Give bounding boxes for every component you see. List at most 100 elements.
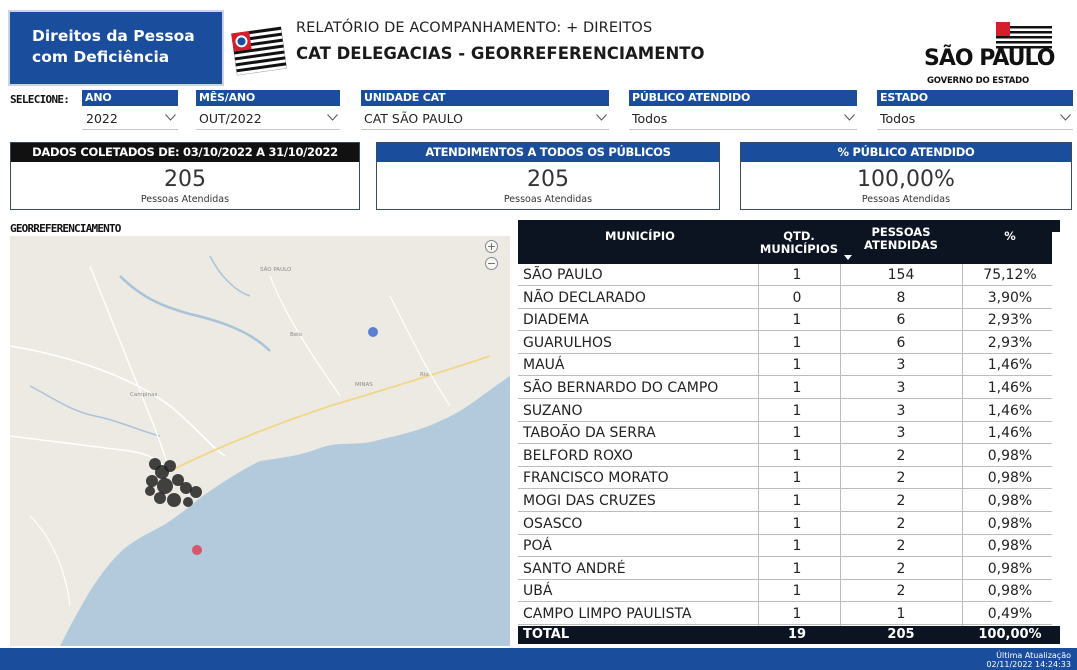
cell-pessoas: 6 (896, 312, 906, 329)
total-pct: 100,00% (978, 627, 1042, 642)
kpi-title: DADOS COLETADOS DE: 03/10/2022 A 31/10/2… (11, 143, 359, 162)
col-divider (840, 264, 841, 626)
georef-map[interactable]: SÃO PAULO MINAS Campinas Belo Rio + − (10, 236, 510, 646)
last-update-value: 02/11/2022 14:24:33 (986, 660, 1071, 669)
table-row[interactable]: MAUÁ 1 3 1,46% (518, 354, 1060, 377)
filter-publico-atendido[interactable]: PÚBLICO ATENDIDO Todos (629, 90, 857, 134)
table-row[interactable]: FRANCISCO MORATO 1 2 0,98% (518, 467, 1060, 490)
col-pct[interactable]: % (958, 230, 1062, 243)
cell-municipio: NÃO DECLARADO (523, 289, 646, 306)
cell-pct: 0,98% (987, 447, 1033, 464)
col-pessoas[interactable]: PESSOAS ATENDIDAS (840, 226, 962, 252)
table-row[interactable]: CAMPO LIMPO PAULISTA 1 1 0,49% (518, 603, 1060, 625)
total-pessoas: 205 (887, 627, 915, 642)
zoom-in-button[interactable]: + (485, 240, 498, 253)
cell-pessoas: 154 (887, 267, 915, 283)
table-row[interactable]: SÃO PAULO 1 154 75,12% (518, 264, 1060, 286)
svg-text:Belo: Belo (290, 332, 303, 338)
total-qtd: 19 (787, 627, 807, 642)
cell-qtd: 1 (792, 447, 802, 464)
filter-ano-value: 2022 (86, 111, 118, 126)
table-row[interactable]: TABOÃO DA SERRA 1 3 1,46% (518, 422, 1060, 445)
table-row[interactable]: SUZANO 1 3 1,46% (518, 400, 1060, 422)
svg-text:Campinas: Campinas (130, 392, 157, 398)
filter-mes-ano[interactable]: MÊS/ANO OUT/2022 (196, 90, 340, 134)
filter-ano[interactable]: ANO 2022 (82, 90, 178, 134)
table-row[interactable]: POÁ 1 2 0,98% (518, 535, 1060, 558)
cell-pct: 0,98% (987, 560, 1033, 577)
kpi-value: 205 (164, 167, 206, 192)
cell-municipio: POÁ (523, 538, 552, 555)
zoom-out-button[interactable]: − (485, 257, 498, 270)
table-row[interactable]: MOGI DAS CRUZES 1 2 0,98% (518, 490, 1060, 512)
cell-pessoas: 2 (896, 515, 906, 532)
col-divider (758, 264, 759, 626)
cell-qtd: 1 (792, 560, 802, 577)
filter-unidade-cat[interactable]: UNIDADE CAT CAT SÃO PAULO (361, 90, 609, 134)
cell-pct: 2,93% (987, 334, 1033, 351)
table-row[interactable]: SANTO ANDRÉ 1 2 0,98% (518, 558, 1060, 580)
table-scrollbar[interactable] (1052, 232, 1060, 626)
chevron-down-icon[interactable] (844, 114, 855, 121)
col-divider (962, 264, 963, 626)
table-row[interactable]: BELFORD ROXO 1 2 0,98% (518, 445, 1060, 467)
cell-qtd: 1 (792, 334, 802, 351)
cell-pessoas: 3 (896, 425, 906, 442)
table-row[interactable]: GUARULHOS 1 6 2,93% (518, 332, 1060, 354)
col-qtd[interactable]: QTD. MUNICÍPIOS (756, 230, 842, 256)
col-municipio[interactable]: MUNICÍPIO (518, 230, 762, 243)
last-update-label: Última Atualização (996, 651, 1071, 660)
municipios-table: MUNICÍPIO QTD. MUNICÍPIOS PESSOAS ATENDI… (518, 220, 1060, 650)
cell-municipio: MOGI DAS CRUZES (523, 493, 656, 509)
cell-qtd: 1 (792, 515, 802, 532)
logo-subtitle: GOVERNO DO ESTADO (927, 76, 1029, 86)
map-canvas: SÃO PAULO MINAS Campinas Belo Rio (10, 255, 510, 646)
cell-pessoas: 2 (896, 493, 906, 509)
logo-title: SÃO PAULO (924, 46, 1055, 71)
filter-estado-label: ESTADO (877, 90, 1073, 106)
filter-estado[interactable]: ESTADO Todos (877, 90, 1073, 134)
cell-qtd: 1 (792, 425, 802, 442)
table-row[interactable]: UBÁ 1 2 0,98% (518, 580, 1060, 603)
cell-pct: 0,98% (987, 583, 1033, 600)
cell-pessoas: 2 (896, 470, 906, 487)
table-row[interactable]: SÃO BERNARDO DO CAMPO 1 3 1,46% (518, 377, 1060, 399)
kpi-value: 100,00% (857, 167, 955, 192)
col-qtd-line2: MUNICÍPIOS (759, 242, 839, 256)
kpi-caption: Pessoas Atendidas (140, 194, 230, 205)
kpi-title: % PÚBLICO ATENDIDO (741, 143, 1071, 162)
cell-qtd: 1 (792, 583, 802, 600)
cell-municipio: GUARULHOS (523, 334, 612, 351)
cell-municipio: TABOÃO DA SERRA (523, 425, 656, 442)
filter-mes-ano-label: MÊS/ANO (196, 90, 340, 106)
filter-mes-ano-value: OUT/2022 (199, 111, 262, 126)
chevron-down-icon[interactable] (1060, 114, 1071, 121)
cell-pessoas: 1 (896, 606, 906, 622)
table-header: MUNICÍPIO QTD. MUNICÍPIOS PESSOAS ATENDI… (518, 220, 1060, 264)
chevron-down-icon[interactable] (596, 114, 607, 121)
chevron-down-icon[interactable] (165, 114, 176, 121)
cell-qtd: 1 (792, 493, 802, 509)
table-row[interactable]: OSASCO 1 2 0,98% (518, 513, 1060, 535)
map-title: GEORREFERENCIAMENTO (10, 222, 121, 235)
cell-pessoas: 2 (896, 538, 906, 555)
cell-pct: 0,98% (987, 515, 1033, 532)
cell-municipio: CAMPO LIMPO PAULISTA (523, 606, 692, 622)
cell-qtd: 1 (792, 267, 802, 283)
cell-municipio: FRANCISCO MORATO (523, 470, 669, 487)
chevron-down-icon[interactable] (327, 114, 338, 121)
filter-estado-value: Todos (880, 111, 916, 126)
cell-pessoas: 3 (896, 380, 906, 396)
report-title: CAT DELEGACIAS - GEORREFERENCIAMENTO (296, 44, 705, 63)
table-row[interactable]: DIADEMA 1 6 2,93% (518, 309, 1060, 332)
cell-pessoas: 2 (896, 560, 906, 577)
sort-desc-icon[interactable] (844, 255, 852, 260)
kpi-caption: Pessoas Atendidas (503, 194, 593, 205)
cell-qtd: 1 (792, 606, 802, 622)
cell-pct: 0,49% (987, 606, 1033, 622)
table-row[interactable]: NÃO DECLARADO 0 8 3,90% (518, 287, 1060, 309)
cell-qtd: 0 (792, 289, 802, 306)
cell-qtd: 1 (792, 357, 802, 374)
cell-pct: 75,12% (983, 267, 1037, 283)
cell-qtd: 1 (792, 538, 802, 555)
